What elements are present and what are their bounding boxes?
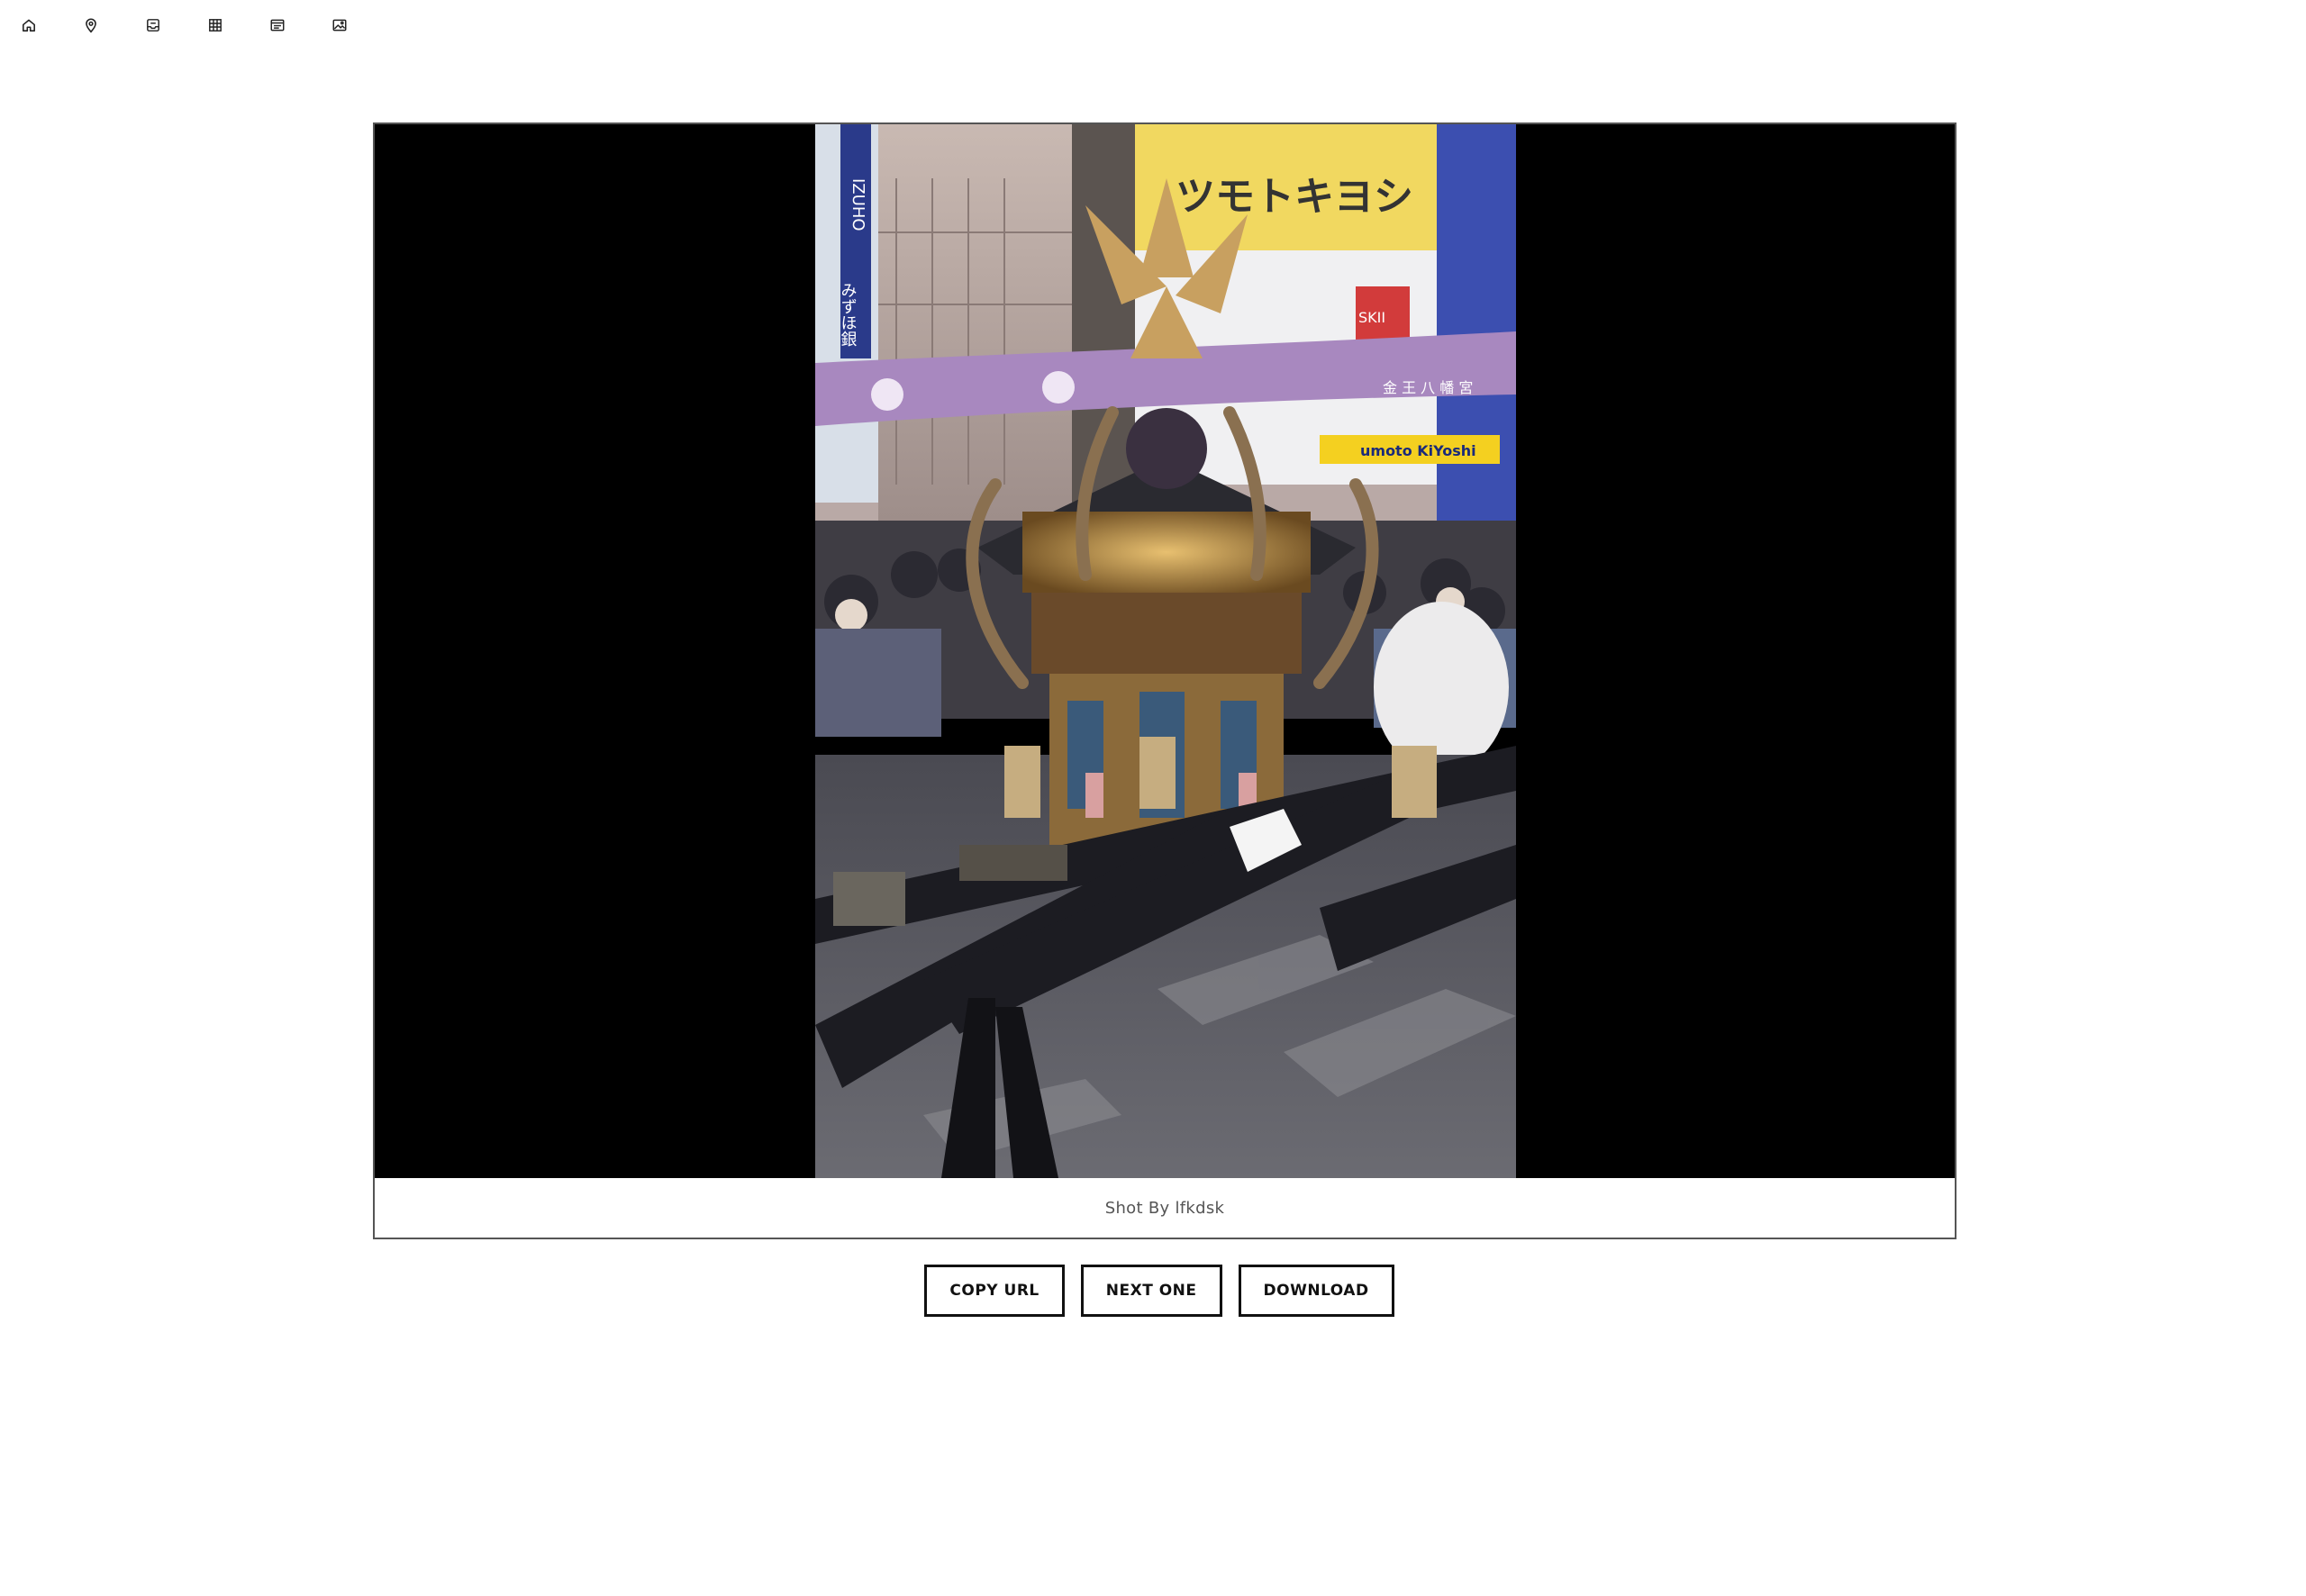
- bank-text: みずほ銀: [839, 282, 858, 347]
- photo-viewer: ツモトキヨシ SKII IZUHO みずほ銀 金 王 八 幡 宮 umoto K…: [375, 124, 1955, 1178]
- bank-latin-text: IZUHO: [849, 178, 867, 231]
- copy-url-button[interactable]: COPY URL: [924, 1265, 1065, 1317]
- home-icon[interactable]: [20, 16, 38, 34]
- banner-text: 金 王 八 幡 宮: [1383, 379, 1473, 396]
- photo-caption: Shot By lfkdsk: [1104, 1198, 1225, 1218]
- grid-table-icon[interactable]: [206, 16, 224, 34]
- festival-photo: ツモトキヨシ SKII IZUHO みずほ銀 金 王 八 幡 宮 umoto K…: [815, 124, 1516, 1178]
- image-icon[interactable]: [331, 16, 349, 34]
- store-name-text: umoto KiYoshi: [1360, 442, 1476, 459]
- download-button[interactable]: DOWNLOAD: [1238, 1265, 1394, 1317]
- action-bar: COPY URL NEXT ONE DOWNLOAD: [0, 1265, 2306, 1317]
- sign-small-text: SKII: [1358, 309, 1385, 326]
- top-nav: [0, 0, 393, 50]
- photo-card: ツモトキヨシ SKII IZUHO みずほ銀 金 王 八 幡 宮 umoto K…: [373, 122, 1956, 1239]
- inbox-icon[interactable]: [144, 16, 162, 34]
- location-pin-icon[interactable]: [82, 16, 100, 34]
- store-sign-text: ツモトキヨシ: [1176, 174, 1413, 220]
- list-card-icon[interactable]: [268, 16, 286, 34]
- next-one-button[interactable]: NEXT ONE: [1080, 1265, 1222, 1317]
